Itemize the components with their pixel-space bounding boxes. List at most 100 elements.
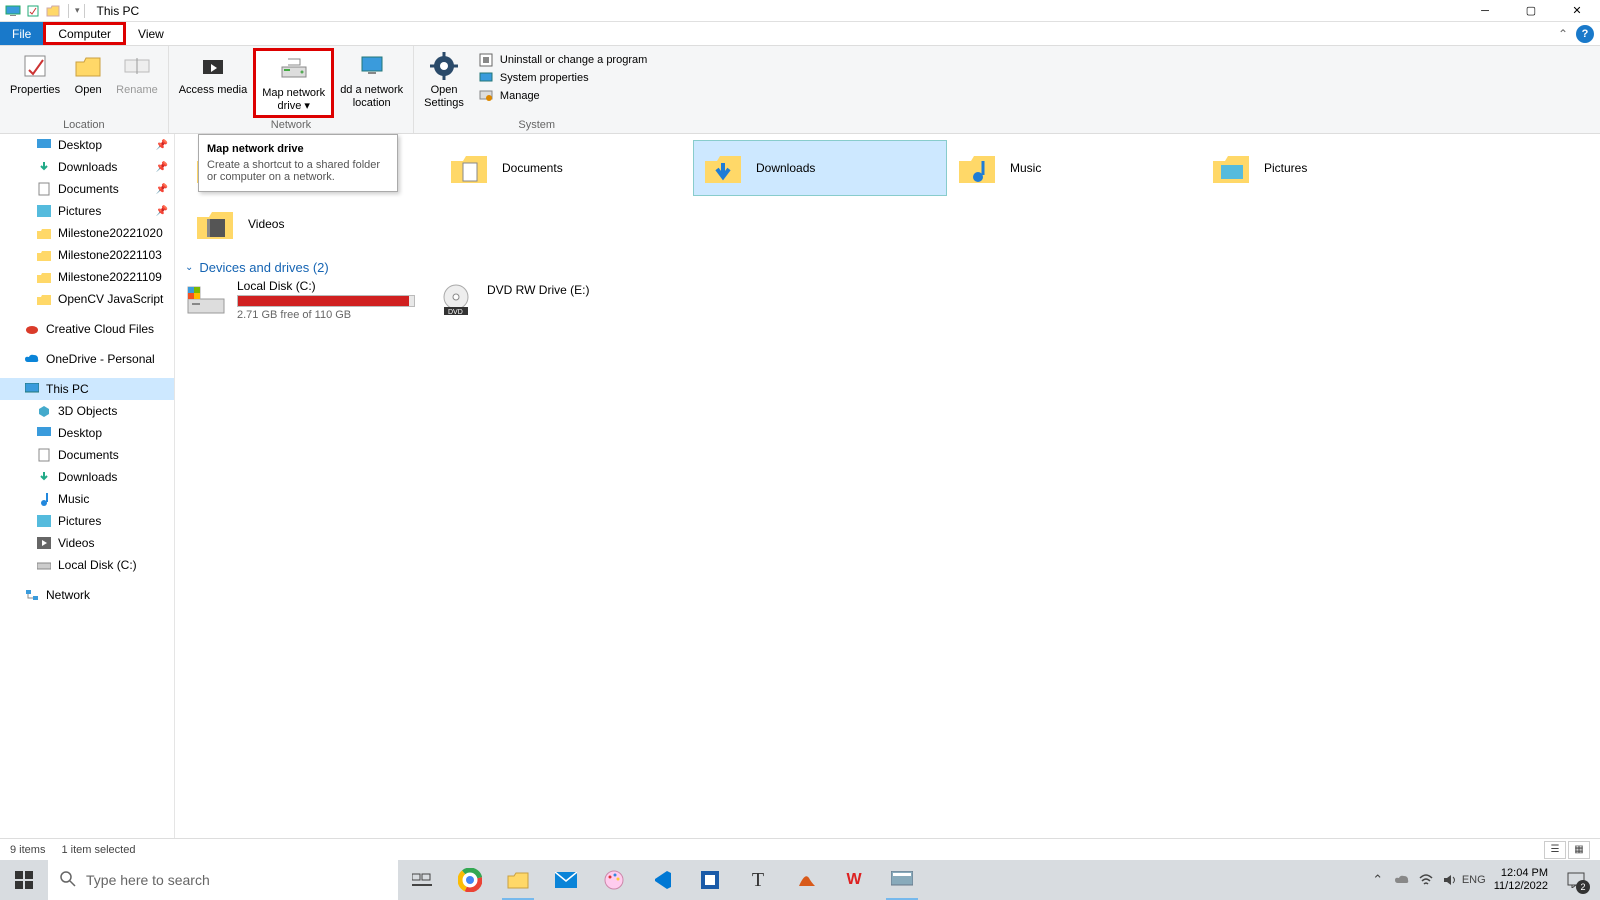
- media-icon: [197, 50, 229, 82]
- rename-icon: [121, 50, 153, 82]
- sidebar-item-videos[interactable]: Videos: [0, 532, 174, 554]
- rename-button[interactable]: Rename: [110, 48, 164, 99]
- sidebar-item-pictures[interactable]: Pictures📌: [0, 200, 174, 222]
- start-button[interactable]: [0, 860, 48, 900]
- sidebar-item-documents[interactable]: Documents📌: [0, 178, 174, 200]
- open-folder-icon: [72, 50, 104, 82]
- tray-chevron-up-icon[interactable]: ⌃: [1366, 860, 1390, 900]
- taskbar-app-blue[interactable]: [686, 860, 734, 900]
- taskbar-clock[interactable]: 12:04 PM 11/12/2022: [1486, 867, 1556, 893]
- notifications-button[interactable]: 2: [1556, 860, 1596, 900]
- qat-properties-icon[interactable]: [24, 2, 42, 20]
- taskbar-paint[interactable]: [590, 860, 638, 900]
- drive-dvd-rw[interactable]: DVD DVD RW Drive (E:): [435, 279, 665, 321]
- sidebar-item-folder[interactable]: Milestone20221103: [0, 244, 174, 266]
- folder-tile-videos[interactable]: Videos: [185, 196, 439, 252]
- open-settings-button[interactable]: Open Settings: [418, 48, 470, 112]
- window-title: This PC: [97, 4, 140, 18]
- system-group-label: System: [414, 119, 659, 133]
- taskbar-file-explorer[interactable]: [494, 860, 542, 900]
- sidebar-item-pictures[interactable]: Pictures: [0, 510, 174, 532]
- sidebar-item-downloads[interactable]: Downloads📌: [0, 156, 174, 178]
- navigation-pane[interactable]: Desktop📌 Downloads📌 Documents📌 Pictures📌…: [0, 134, 175, 838]
- clock-date: 11/12/2022: [1494, 880, 1548, 893]
- folder-tile-documents[interactable]: Documents: [439, 140, 693, 196]
- taskbar-text-app[interactable]: T: [734, 860, 782, 900]
- search-icon: [60, 871, 76, 890]
- map-network-drive-button[interactable]: Map network drive ▾: [253, 48, 334, 118]
- tray-language-icon[interactable]: ENG: [1462, 860, 1486, 900]
- uninstall-program-button[interactable]: Uninstall or change a program: [478, 52, 647, 68]
- folder-tile-downloads[interactable]: Downloads: [693, 140, 947, 196]
- sidebar-item-creative-cloud[interactable]: Creative Cloud Files: [0, 318, 174, 340]
- sidebar-item-folder[interactable]: Milestone20221020: [0, 222, 174, 244]
- manage-button[interactable]: Manage: [478, 88, 647, 104]
- sidebar-item-this-pc[interactable]: This PC: [0, 378, 174, 400]
- sidebar-item-folder[interactable]: Milestone20221109: [0, 266, 174, 288]
- taskbar-matlab[interactable]: [782, 860, 830, 900]
- properties-button[interactable]: Properties: [4, 48, 66, 99]
- system-properties-button[interactable]: System properties: [478, 70, 647, 86]
- qat-dropdown-icon[interactable]: ▾: [75, 5, 80, 16]
- qat-new-folder-icon[interactable]: [44, 2, 62, 20]
- tab-file[interactable]: File: [0, 22, 43, 45]
- sidebar-item-documents[interactable]: Documents: [0, 444, 174, 466]
- sidebar-item-3d-objects[interactable]: 3D Objects: [0, 400, 174, 422]
- music-icon: [36, 491, 52, 507]
- tray-onedrive-icon[interactable]: [1390, 860, 1414, 900]
- sidebar-item-desktop[interactable]: Desktop📌: [0, 134, 174, 156]
- gear-icon: [428, 50, 460, 82]
- folder-icon: [36, 291, 52, 307]
- add-network-location-button[interactable]: dd a network location: [334, 48, 409, 112]
- tab-computer[interactable]: Computer: [43, 22, 126, 45]
- taskbar-vscode[interactable]: [638, 860, 686, 900]
- downloads-icon: [36, 159, 52, 175]
- desktop-icon: [36, 137, 52, 153]
- folder-icon: [36, 225, 52, 241]
- notification-badge: 2: [1576, 880, 1590, 894]
- sidebar-item-network[interactable]: Network: [0, 584, 174, 606]
- taskbar-chrome[interactable]: [446, 860, 494, 900]
- network-drive-icon: [278, 53, 310, 85]
- folder-tile-music[interactable]: Music: [947, 140, 1201, 196]
- taskbar-wps[interactable]: W: [830, 860, 878, 900]
- sidebar-item-desktop[interactable]: Desktop: [0, 422, 174, 444]
- minimize-button[interactable]: ─: [1462, 0, 1508, 22]
- sidebar-item-onedrive[interactable]: OneDrive - Personal: [0, 348, 174, 370]
- details-view-button[interactable]: ☰: [1544, 841, 1566, 859]
- folder-icon: [36, 269, 52, 285]
- open-button[interactable]: Open: [66, 48, 110, 99]
- pin-icon: 📌: [156, 206, 168, 217]
- pictures-icon: [36, 513, 52, 529]
- this-pc-icon: [4, 2, 22, 20]
- task-view-button[interactable]: [398, 860, 446, 900]
- sidebar-item-folder[interactable]: OpenCV JavaScript: [0, 288, 174, 310]
- tray-wifi-icon[interactable]: [1414, 860, 1438, 900]
- tab-view[interactable]: View: [126, 22, 176, 45]
- videos-folder-icon: [194, 203, 236, 245]
- taskbar-app[interactable]: [878, 860, 926, 900]
- tiles-view-button[interactable]: ▦: [1568, 841, 1590, 859]
- sidebar-item-music[interactable]: Music: [0, 488, 174, 510]
- search-input[interactable]: Type here to search: [48, 860, 398, 900]
- access-media-button[interactable]: Access media: [173, 48, 253, 99]
- clock-time: 12:04 PM: [1501, 867, 1548, 880]
- sidebar-item-downloads[interactable]: Downloads: [0, 466, 174, 488]
- minimize-ribbon-icon[interactable]: ⌃: [1558, 27, 1568, 41]
- content-pane[interactable]: Desktop Documents Downloads Music Pictur…: [175, 134, 1600, 838]
- devices-section-header[interactable]: ⌄ Devices and drives (2): [185, 260, 1590, 275]
- taskbar-mail[interactable]: [542, 860, 590, 900]
- maximize-button[interactable]: ▢: [1508, 0, 1554, 22]
- folder-label: Pictures: [1264, 161, 1307, 175]
- 3d-objects-icon: [36, 403, 52, 419]
- help-icon[interactable]: ?: [1576, 25, 1594, 43]
- folder-tile-pictures[interactable]: Pictures: [1201, 140, 1455, 196]
- tray-volume-icon[interactable]: [1438, 860, 1462, 900]
- close-button[interactable]: ✕: [1554, 0, 1600, 22]
- sidebar-item-local-disk[interactable]: Local Disk (C:): [0, 554, 174, 576]
- ribbon-group-network: Access media Map network drive ▾ dd a ne…: [169, 46, 414, 133]
- drive-local-disk-c[interactable]: Local Disk (C:) 2.71 GB free of 110 GB: [185, 279, 415, 321]
- pin-icon: 📌: [156, 184, 168, 195]
- sysprops-icon: [478, 70, 494, 86]
- map-drive-label-1: Map network: [262, 87, 325, 100]
